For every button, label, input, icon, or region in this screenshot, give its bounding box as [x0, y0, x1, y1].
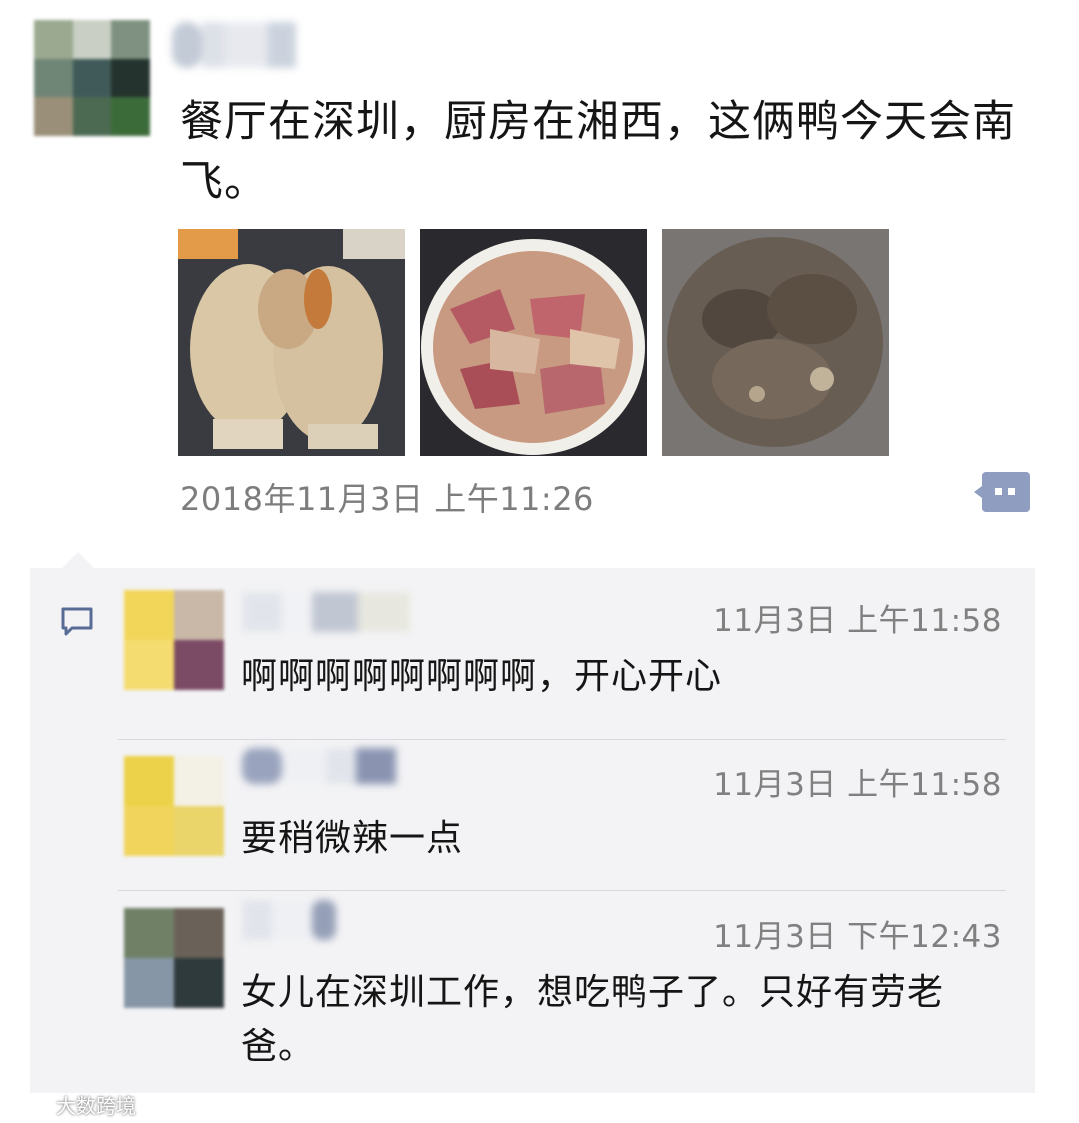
commenter-name[interactable]: [242, 748, 396, 784]
raw-ducks-photo[interactable]: [178, 229, 405, 456]
post-author-name[interactable]: [172, 22, 296, 68]
post-author-avatar[interactable]: [34, 20, 150, 136]
weibo-logo-icon: [10, 1091, 52, 1118]
comment-divider: [118, 890, 1006, 891]
comment-timestamp: 11月3日 下午12:43: [713, 919, 1002, 955]
comment-timestamp: 11月3日 上午11:58: [713, 603, 1002, 639]
comment-text: 女儿在深圳工作，想吃鸭子了。只好有劳老爸。: [241, 972, 945, 1067]
commenter-name[interactable]: [242, 900, 336, 940]
comment-divider: [118, 739, 1006, 740]
more-actions-icon[interactable]: [974, 472, 1030, 512]
commenter-avatar[interactable]: [124, 908, 224, 1008]
watermark-text: 大数跨境: [56, 1094, 136, 1118]
comment-text: 要稍微辣一点: [241, 818, 464, 859]
comment-timestamp: 11月3日 上午11:58: [713, 767, 1002, 803]
panel-notch: [62, 552, 94, 568]
comment-bubble-icon: [60, 606, 94, 638]
sliced-duck-meat-photo[interactable]: [420, 229, 647, 456]
post-timestamp: 2018年11月3日 上午11:26: [180, 480, 594, 518]
comment-text: 啊啊啊啊啊啊啊啊，开心开心: [241, 656, 723, 697]
commenter-avatar[interactable]: [124, 756, 224, 856]
watermark: 大数跨境: [10, 1090, 136, 1119]
cooking-pot-photo[interactable]: [662, 229, 889, 456]
commenter-name[interactable]: [242, 592, 410, 632]
commenter-avatar[interactable]: [124, 590, 224, 690]
post-text: 餐厅在深圳，厨房在湘西，这俩鸭今天会南飞。: [180, 97, 1016, 207]
